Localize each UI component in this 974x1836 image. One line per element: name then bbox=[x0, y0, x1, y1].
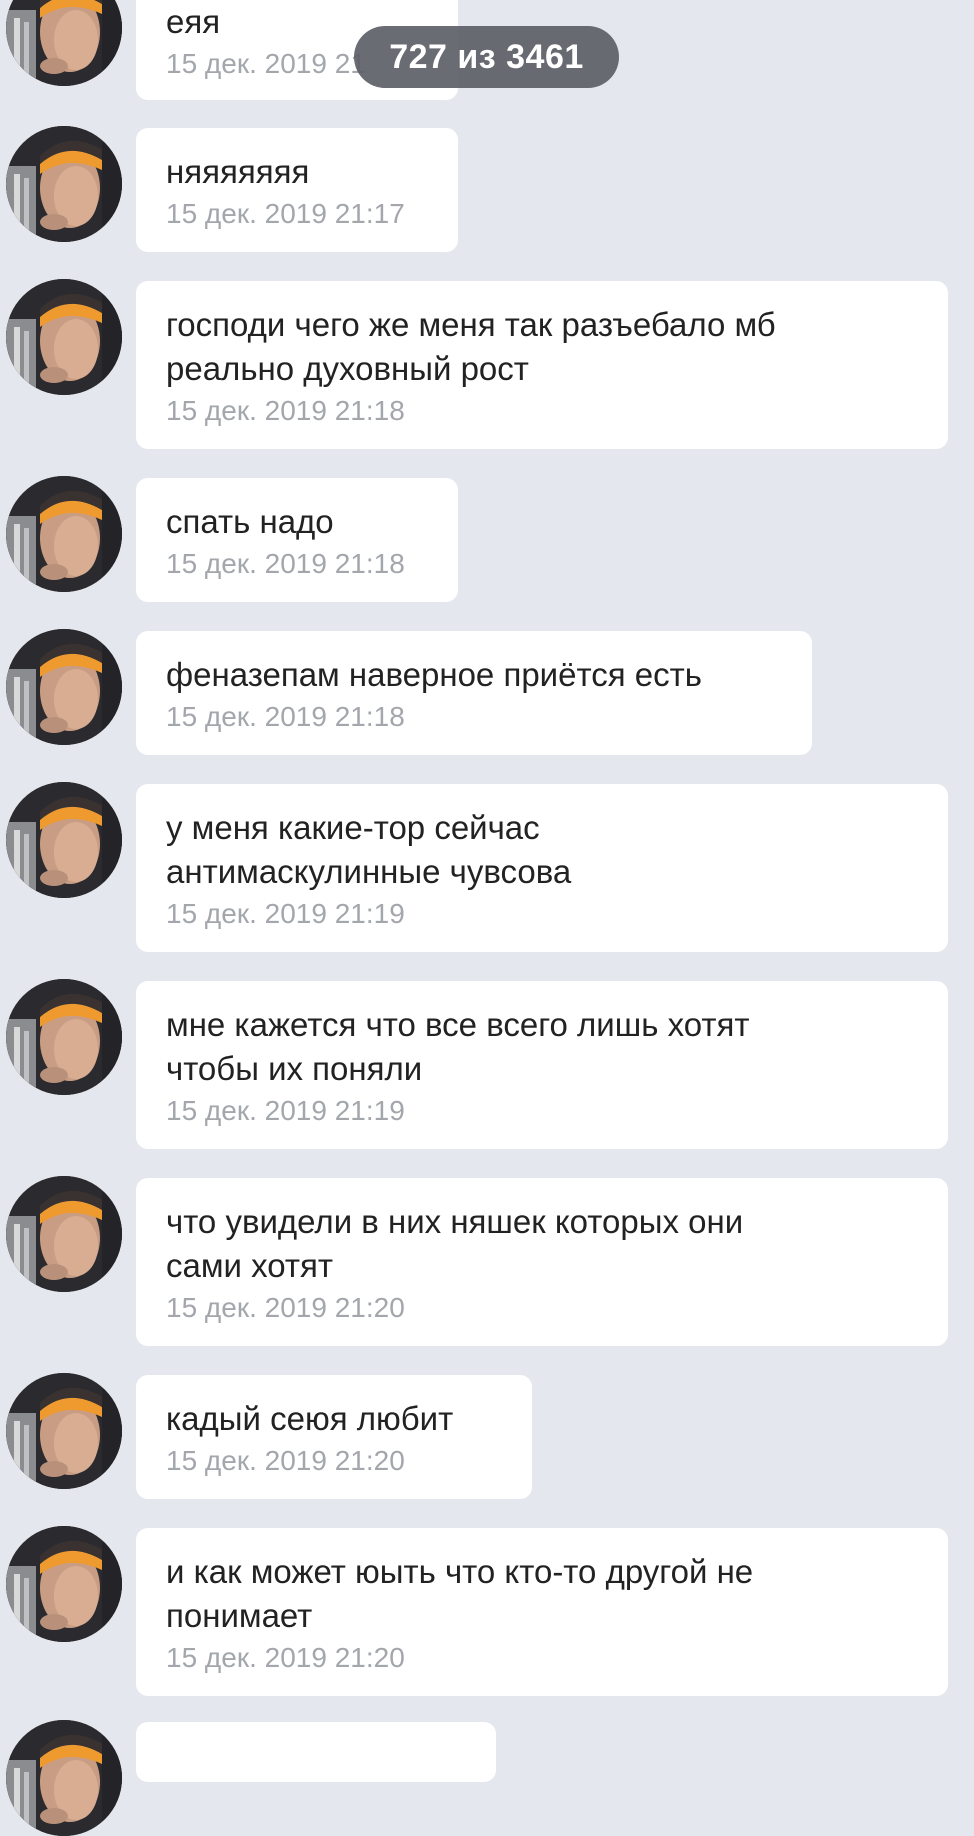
message-bubble[interactable]: что увидели в них няшек которых они сами… bbox=[136, 1178, 948, 1346]
avatar[interactable] bbox=[6, 1176, 122, 1292]
message-bubble[interactable]: феназепам наверное приётся есть 15 дек. … bbox=[136, 631, 812, 755]
message-timestamp: 15 дек. 2019 21:19 bbox=[166, 1095, 405, 1126]
profile-photo bbox=[6, 1526, 122, 1642]
message-text: няяяяяяя bbox=[166, 153, 310, 190]
message-text: господи чего же меня так разъебало мб ре… bbox=[166, 306, 776, 387]
avatar[interactable] bbox=[6, 0, 122, 86]
message-bubble[interactable]: у меня какие-тор сейчас антимаскулинные … bbox=[136, 784, 948, 952]
profile-photo bbox=[6, 979, 122, 1095]
profile-photo bbox=[6, 782, 122, 898]
avatar[interactable] bbox=[6, 782, 122, 898]
message-text: спать надо bbox=[166, 503, 334, 540]
avatar[interactable] bbox=[6, 126, 122, 242]
message-bubble[interactable] bbox=[136, 1722, 496, 1782]
message-bubble[interactable]: спать надо 15 дек. 2019 21:18 bbox=[136, 478, 458, 602]
message-timestamp: 15 дек. 2019 21:20 bbox=[166, 1642, 405, 1673]
message-timestamp: 15 дек. 2019 21:18 bbox=[166, 548, 405, 579]
profile-photo bbox=[6, 126, 122, 242]
avatar[interactable] bbox=[6, 1720, 122, 1836]
avatar[interactable] bbox=[6, 979, 122, 1095]
profile-photo bbox=[6, 0, 122, 86]
profile-photo bbox=[6, 629, 122, 745]
message-text: феназепам наверное приётся есть bbox=[166, 656, 702, 693]
message-feed[interactable]: еяя 15 дек. 2019 21 няяяяяяя 15 дек. 201… bbox=[0, 0, 974, 1836]
message-text: кадый сеюя любит bbox=[166, 1400, 454, 1437]
message-timestamp: 15 дек. 2019 21:20 bbox=[166, 1292, 405, 1323]
avatar[interactable] bbox=[6, 279, 122, 395]
message-text: у меня какие-тор сейчас антимаскулинные … bbox=[166, 809, 572, 890]
avatar[interactable] bbox=[6, 476, 122, 592]
message-bubble[interactable]: и как может юыть что кто-то другой не по… bbox=[136, 1528, 948, 1696]
avatar[interactable] bbox=[6, 1373, 122, 1489]
profile-photo bbox=[6, 279, 122, 395]
message-timestamp: 15 дек. 2019 21:19 bbox=[166, 898, 405, 929]
message-timestamp: 15 дек. 2019 21:18 bbox=[166, 395, 405, 426]
profile-photo bbox=[6, 1176, 122, 1292]
message-text: что увидели в них няшек которых они сами… bbox=[166, 1203, 744, 1284]
message-bubble[interactable]: кадый сеюя любит 15 дек. 2019 21:20 bbox=[136, 1375, 532, 1499]
message-timestamp: 15 дек. 2019 21:20 bbox=[166, 1445, 405, 1476]
profile-photo bbox=[6, 1720, 122, 1836]
message-bubble[interactable]: мне кажется что все всего лишь хотят что… bbox=[136, 981, 948, 1149]
message-timestamp: 15 дек. 2019 21:18 bbox=[166, 701, 405, 732]
avatar[interactable] bbox=[6, 1526, 122, 1642]
message-text: мне кажется что все всего лишь хотят что… bbox=[166, 1006, 750, 1087]
message-bubble[interactable]: господи чего же меня так разъебало мб ре… bbox=[136, 281, 948, 449]
avatar[interactable] bbox=[6, 629, 122, 745]
message-bubble[interactable]: няяяяяяя 15 дек. 2019 21:17 bbox=[136, 128, 458, 252]
profile-photo bbox=[6, 1373, 122, 1489]
profile-photo bbox=[6, 476, 122, 592]
message-text: и как может юыть что кто-то другой не по… bbox=[166, 1553, 754, 1634]
message-counter-badge: 727 из 3461 bbox=[354, 26, 619, 88]
message-timestamp: 15 дек. 2019 21:17 bbox=[166, 198, 405, 229]
